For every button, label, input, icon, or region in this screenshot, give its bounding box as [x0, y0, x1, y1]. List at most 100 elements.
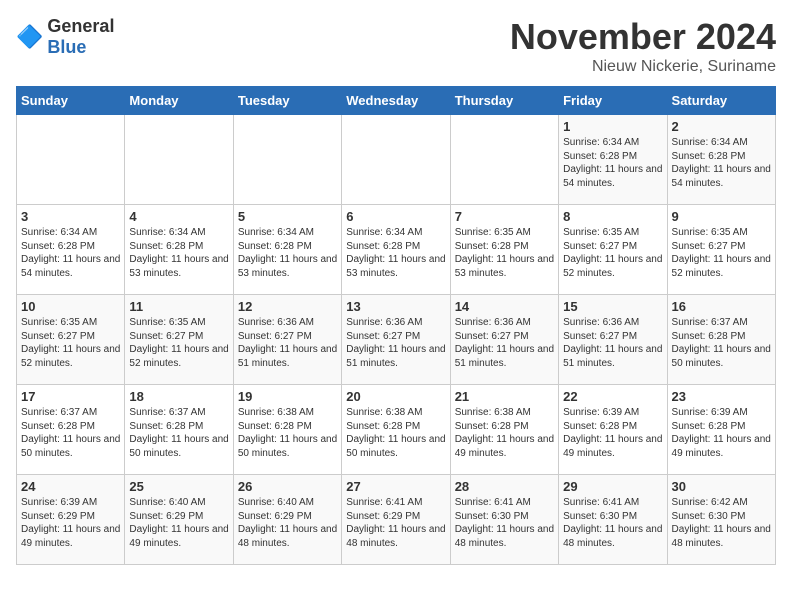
week-row-5: 24Sunrise: 6:39 AM Sunset: 6:29 PM Dayli…: [17, 475, 776, 565]
day-detail: Sunrise: 6:35 AM Sunset: 6:27 PM Dayligh…: [129, 316, 228, 370]
calendar-cell: [17, 115, 125, 205]
day-detail: Sunrise: 6:40 AM Sunset: 6:29 PM Dayligh…: [129, 496, 228, 550]
day-header-tuesday: Tuesday: [233, 87, 341, 115]
day-header-monday: Monday: [125, 87, 233, 115]
day-number: 7: [455, 209, 554, 224]
calendar-cell: 9 Sunrise: 6:35 AM Sunset: 6:27 PM Daylig…: [667, 205, 775, 295]
day-detail: Sunrise: 6:38 AM Sunset: 6:28 PM Dayligh…: [238, 406, 337, 460]
day-detail: Sunrise: 6:34 AM Sunset: 6:28 PM Dayligh…: [346, 226, 445, 280]
day-detail: Sunrise: 6:39 AM Sunset: 6:28 PM Dayligh…: [563, 406, 662, 460]
calendar-subtitle: Nieuw Nickerie, Suriname: [510, 58, 776, 76]
day-header-sunday: Sunday: [17, 87, 125, 115]
day-number: 9: [672, 209, 771, 224]
day-number: 29: [563, 479, 662, 494]
day-number: 21: [455, 389, 554, 404]
day-number: 25: [129, 479, 228, 494]
calendar-table: SundayMondayTuesdayWednesdayThursdayFrid…: [16, 86, 776, 565]
day-number: 28: [455, 479, 554, 494]
calendar-cell: 20 Sunrise: 6:38 AM Sunset: 6:28 PM Dayli…: [342, 385, 450, 475]
day-number: 16: [672, 299, 771, 314]
calendar-cell: 7 Sunrise: 6:35 AM Sunset: 6:28 PM Daylig…: [450, 205, 558, 295]
calendar-cell: 29 Sunrise: 6:41 AM Sunset: 6:30 PM Dayli…: [559, 475, 667, 565]
day-detail: Sunrise: 6:41 AM Sunset: 6:30 PM Dayligh…: [455, 496, 554, 550]
day-number: 13: [346, 299, 445, 314]
day-detail: Sunrise: 6:34 AM Sunset: 6:28 PM Dayligh…: [238, 226, 337, 280]
day-detail: Sunrise: 6:38 AM Sunset: 6:28 PM Dayligh…: [455, 406, 554, 460]
calendar-cell: 21 Sunrise: 6:38 AM Sunset: 6:28 PM Dayli…: [450, 385, 558, 475]
week-row-4: 17 Sunrise: 6:37 AM Sunset: 6:28 PM Dayli…: [17, 385, 776, 475]
week-row-3: 10 Sunrise: 6:35 AM Sunset: 6:27 PM Dayli…: [17, 295, 776, 385]
calendar-cell: 23Sunrise: 6:39 AM Sunset: 6:28 PM Dayli…: [667, 385, 775, 475]
day-number: 4: [129, 209, 228, 224]
calendar-cell: 6Sunrise: 6:34 AM Sunset: 6:28 PM Daylig…: [342, 205, 450, 295]
title-section: November 2024 Nieuw Nickerie, Suriname: [510, 16, 776, 76]
calendar-cell: [233, 115, 341, 205]
calendar-cell: 26Sunrise: 6:40 AM Sunset: 6:29 PM Dayli…: [233, 475, 341, 565]
day-detail: Sunrise: 6:41 AM Sunset: 6:29 PM Dayligh…: [346, 496, 445, 550]
calendar-cell: 16 Sunrise: 6:37 AM Sunset: 6:28 PM Dayli…: [667, 295, 775, 385]
calendar-cell: 12Sunrise: 6:36 AM Sunset: 6:27 PM Dayli…: [233, 295, 341, 385]
calendar-cell: 11 Sunrise: 6:35 AM Sunset: 6:27 PM Dayli…: [125, 295, 233, 385]
day-detail: Sunrise: 6:37 AM Sunset: 6:28 PM Dayligh…: [672, 316, 771, 370]
day-number: 24: [21, 479, 120, 494]
calendar-cell: 3Sunrise: 6:34 AM Sunset: 6:28 PM Daylig…: [17, 205, 125, 295]
day-number: 19: [238, 389, 337, 404]
day-header-thursday: Thursday: [450, 87, 558, 115]
day-detail: Sunrise: 6:35 AM Sunset: 6:27 PM Dayligh…: [672, 226, 771, 280]
day-detail: Sunrise: 6:40 AM Sunset: 6:29 PM Dayligh…: [238, 496, 337, 550]
calendar-header-row: SundayMondayTuesdayWednesdayThursdayFrid…: [17, 87, 776, 115]
day-detail: Sunrise: 6:37 AM Sunset: 6:28 PM Dayligh…: [129, 406, 228, 460]
week-row-1: 1 Sunrise: 6:34 AM Sunset: 6:28 PM Daylig…: [17, 115, 776, 205]
day-number: 12: [238, 299, 337, 314]
day-number: 22: [563, 389, 662, 404]
day-detail: Sunrise: 6:36 AM Sunset: 6:27 PM Dayligh…: [346, 316, 445, 370]
calendar-cell: 19 Sunrise: 6:38 AM Sunset: 6:28 PM Dayli…: [233, 385, 341, 475]
day-number: 11: [129, 299, 228, 314]
day-header-wednesday: Wednesday: [342, 87, 450, 115]
calendar-cell: 8Sunrise: 6:35 AM Sunset: 6:27 PM Daylig…: [559, 205, 667, 295]
day-number: 18: [129, 389, 228, 404]
day-number: 10: [21, 299, 120, 314]
calendar-cell: [342, 115, 450, 205]
day-detail: Sunrise: 6:34 AM Sunset: 6:28 PM Dayligh…: [563, 136, 662, 190]
calendar-cell: [125, 115, 233, 205]
logo-blue-text: Blue: [47, 37, 86, 57]
day-detail: Sunrise: 6:35 AM Sunset: 6:27 PM Dayligh…: [21, 316, 120, 370]
day-detail: Sunrise: 6:34 AM Sunset: 6:28 PM Dayligh…: [21, 226, 120, 280]
day-detail: Sunrise: 6:36 AM Sunset: 6:27 PM Dayligh…: [563, 316, 662, 370]
day-detail: Sunrise: 6:34 AM Sunset: 6:28 PM Dayligh…: [129, 226, 228, 280]
day-number: 2: [672, 119, 771, 134]
day-number: 30: [672, 479, 771, 494]
day-number: 15: [563, 299, 662, 314]
day-detail: Sunrise: 6:37 AM Sunset: 6:28 PM Dayligh…: [21, 406, 120, 460]
calendar-cell: 27 Sunrise: 6:41 AM Sunset: 6:29 PM Dayli…: [342, 475, 450, 565]
day-number: 20: [346, 389, 445, 404]
calendar-cell: 17 Sunrise: 6:37 AM Sunset: 6:28 PM Dayli…: [17, 385, 125, 475]
day-number: 8: [563, 209, 662, 224]
logo-bird-icon: 🔷: [16, 24, 43, 50]
week-row-2: 3Sunrise: 6:34 AM Sunset: 6:28 PM Daylig…: [17, 205, 776, 295]
day-number: 23: [672, 389, 771, 404]
day-detail: Sunrise: 6:35 AM Sunset: 6:28 PM Dayligh…: [455, 226, 554, 280]
day-number: 27: [346, 479, 445, 494]
calendar-cell: 14Sunrise: 6:36 AM Sunset: 6:27 PM Dayli…: [450, 295, 558, 385]
calendar-cell: 10 Sunrise: 6:35 AM Sunset: 6:27 PM Dayli…: [17, 295, 125, 385]
calendar-cell: 18 Sunrise: 6:37 AM Sunset: 6:28 PM Dayli…: [125, 385, 233, 475]
day-header-friday: Friday: [559, 87, 667, 115]
day-number: 1: [563, 119, 662, 134]
calendar-cell: 30Sunrise: 6:42 AM Sunset: 6:30 PM Dayli…: [667, 475, 775, 565]
day-detail: Sunrise: 6:41 AM Sunset: 6:30 PM Dayligh…: [563, 496, 662, 550]
day-header-saturday: Saturday: [667, 87, 775, 115]
header: 🔷 General Blue November 2024 Nieuw Nicke…: [16, 16, 776, 76]
calendar-cell: 28 Sunrise: 6:41 AM Sunset: 6:30 PM Dayli…: [450, 475, 558, 565]
calendar-cell: 4 Sunrise: 6:34 AM Sunset: 6:28 PM Daylig…: [125, 205, 233, 295]
day-detail: Sunrise: 6:34 AM Sunset: 6:28 PM Dayligh…: [672, 136, 771, 190]
calendar-cell: 22 Sunrise: 6:39 AM Sunset: 6:28 PM Dayli…: [559, 385, 667, 475]
day-detail: Sunrise: 6:38 AM Sunset: 6:28 PM Dayligh…: [346, 406, 445, 460]
calendar-cell: 13 Sunrise: 6:36 AM Sunset: 6:27 PM Dayli…: [342, 295, 450, 385]
calendar-cell: 5Sunrise: 6:34 AM Sunset: 6:28 PM Daylig…: [233, 205, 341, 295]
day-detail: Sunrise: 6:36 AM Sunset: 6:27 PM Dayligh…: [455, 316, 554, 370]
calendar-cell: 15 Sunrise: 6:36 AM Sunset: 6:27 PM Dayli…: [559, 295, 667, 385]
logo-general-text: General: [47, 16, 114, 36]
day-number: 17: [21, 389, 120, 404]
